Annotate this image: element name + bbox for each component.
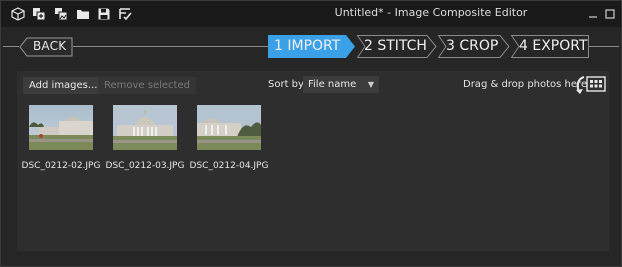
thumbnail-image [29, 105, 93, 150]
back-button[interactable]: BACK [19, 37, 73, 57]
step-export[interactable]: 4 EXPORT [511, 35, 589, 58]
step-export-label: 4 EXPORT [519, 38, 588, 54]
drag-drop-icon [573, 73, 609, 97]
step-crop-label: 3 CROP [446, 38, 499, 54]
window-title: Untitled* - Image Composite Editor [334, 6, 528, 19]
maximize-icon[interactable] [603, 6, 617, 20]
image-item[interactable]: DSC_0212-03.JPG [105, 105, 185, 171]
thumbnail-image [197, 105, 261, 150]
thumbnail-image [113, 105, 177, 150]
image-filename: DSC_0212-04.JPG [189, 161, 269, 171]
title-bar: Untitled* - Image Composite Editor [1, 1, 621, 27]
step-stitch-label: 2 STITCH [364, 38, 427, 54]
add-images-button[interactable]: Add images... [23, 77, 104, 94]
chevron-down-icon: ▼ [367, 80, 374, 89]
image-item[interactable]: DSC_0212-02.JPG [21, 105, 101, 171]
divider [73, 46, 268, 47]
step-import[interactable]: 1 IMPORT [268, 35, 356, 58]
step-crop[interactable]: 3 CROP [438, 35, 510, 58]
image-filename: DSC_0212-02.JPG [21, 161, 101, 171]
sort-by-label: Sort by [268, 79, 304, 90]
sort-by-value: File name [308, 79, 357, 90]
image-filename: DSC_0212-03.JPG [105, 161, 185, 171]
divider [588, 46, 619, 47]
minimize-icon[interactable] [586, 6, 600, 20]
drag-drop-hint: Drag & drop photos here [463, 79, 588, 90]
back-label: BACK [33, 39, 67, 53]
step-import-label: 1 IMPORT [274, 38, 341, 54]
remove-selected-button[interactable]: Remove selected [98, 77, 196, 94]
image-item[interactable]: DSC_0212-04.JPG [189, 105, 269, 171]
step-stitch[interactable]: 2 STITCH [357, 35, 437, 58]
app-window: Untitled* - Image Composite Editor BACK … [0, 0, 622, 267]
sort-by-select[interactable]: File name ▼ [303, 76, 379, 93]
import-panel: Add images... Remove selected Sort by Fi… [17, 71, 609, 251]
divider [3, 46, 19, 47]
workflow-step-bar: BACK 1 IMPORT 2 STITCH 3 CROP 4 EXPORT [1, 29, 621, 65]
